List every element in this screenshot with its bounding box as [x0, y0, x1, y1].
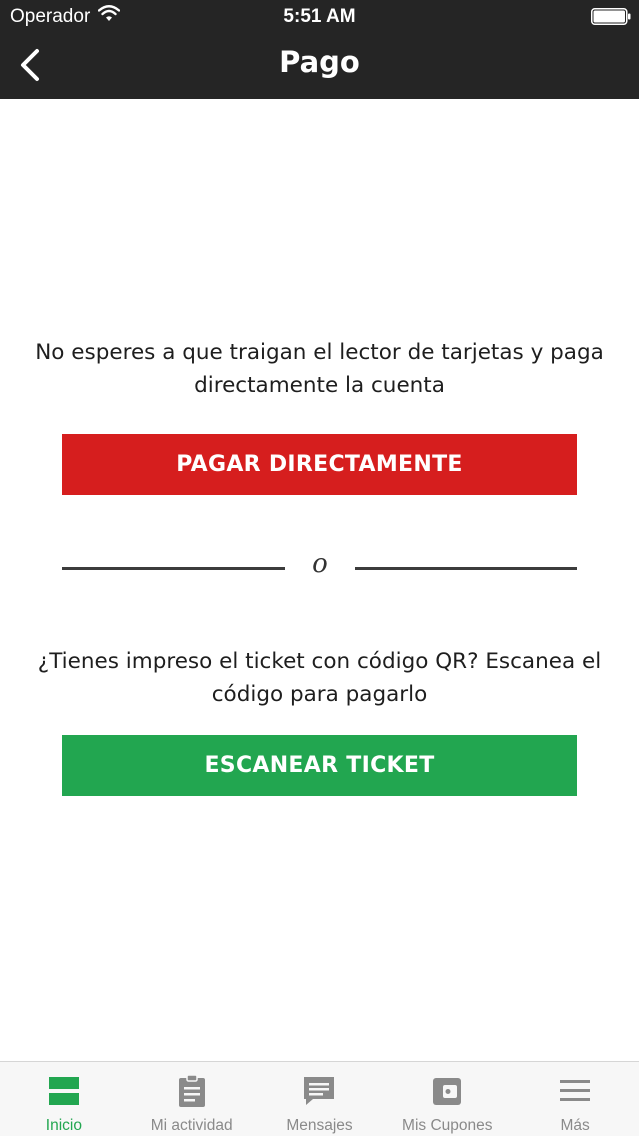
tab-mi-actividad[interactable]: Mi actividad	[128, 1062, 256, 1136]
pay-prompt-text: No esperes a que traigan el lector de ta…	[35, 340, 604, 398]
tab-label: Mi actividad	[150, 1117, 233, 1134]
scan-ticket-button[interactable]: ESCANEAR TICKET	[62, 735, 577, 796]
tab-mensajes[interactable]: Mensajes	[256, 1062, 384, 1136]
scan-prompt-text: ¿Tienes impreso el ticket con código QR?…	[37, 649, 602, 707]
page-title: Pago	[279, 45, 360, 79]
status-time: 5:51 AM	[283, 6, 356, 27]
home-icon	[48, 1077, 79, 1105]
tab-label: Mensajes	[286, 1117, 353, 1134]
tab-label: Inicio	[45, 1117, 82, 1134]
divider-or-text: o	[312, 549, 328, 579]
pay-directly-button[interactable]: PAGAR DIRECTAMENTE	[62, 434, 577, 495]
tab-mas[interactable]: Más	[511, 1062, 639, 1136]
navigation-bar: Pago	[0, 32, 639, 99]
payment-content: No esperes a que traigan el lector de ta…	[0, 99, 639, 1061]
wallet-icon	[433, 1078, 462, 1105]
tab-mis-cupones[interactable]: Mis Cupones	[383, 1062, 511, 1136]
menu-icon	[560, 1080, 591, 1101]
clipboard-icon	[178, 1074, 205, 1107]
divider-line-left	[62, 567, 285, 570]
status-bar: Operador 5:51 AM	[0, 0, 639, 32]
tab-label: Más	[560, 1117, 590, 1134]
divider-line-right	[355, 567, 577, 570]
tab-label: Mis Cupones	[402, 1117, 493, 1134]
message-icon	[304, 1077, 335, 1105]
battery-icon	[591, 8, 631, 25]
tab-bar: Inicio Mi actividad Mensajes Mis Cupones	[0, 1061, 639, 1136]
tab-inicio[interactable]: Inicio	[0, 1062, 128, 1136]
